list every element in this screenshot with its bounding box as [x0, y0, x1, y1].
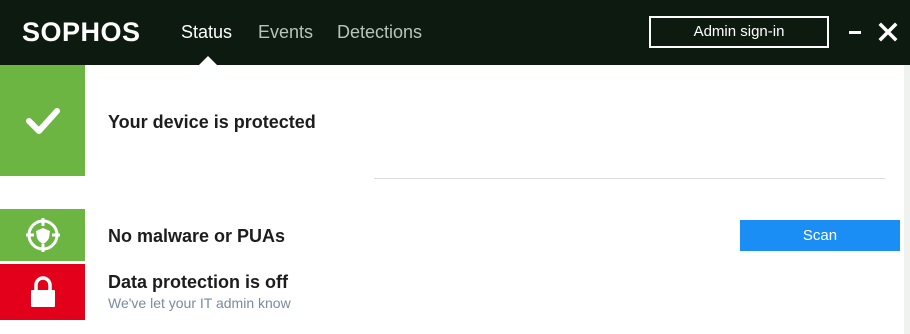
tab-events[interactable]: Events: [258, 22, 313, 43]
active-tab-indicator: [198, 56, 218, 66]
minimize-icon[interactable]: [849, 31, 861, 34]
data-protection-title: Data protection is off: [108, 272, 289, 292]
data-protection-tile: [0, 264, 85, 320]
admin-sign-in-button[interactable]: Admin sign-in: [649, 16, 829, 48]
checkmark-icon: [25, 107, 60, 134]
tab-status[interactable]: Status: [181, 22, 232, 43]
protected-status-tile: [0, 65, 85, 176]
data-protection-subtitle: We've let your IT admin know: [108, 295, 291, 311]
target-shield-icon: [25, 218, 60, 252]
title-bar: SOPHOS Status Events Detections Admin si…: [0, 0, 910, 66]
sophos-logo: SOPHOS: [22, 17, 141, 47]
window-edge: [904, 65, 910, 334]
malware-status-title: No malware or PUAs: [108, 226, 286, 246]
close-icon[interactable]: [878, 22, 898, 42]
protected-status-title: Your device is protected: [108, 112, 316, 132]
scan-button[interactable]: Scan: [740, 220, 900, 251]
padlock-icon: [30, 276, 55, 307]
tab-detections[interactable]: Detections: [337, 22, 422, 43]
malware-status-tile: [0, 209, 85, 261]
divider: [374, 178, 885, 179]
